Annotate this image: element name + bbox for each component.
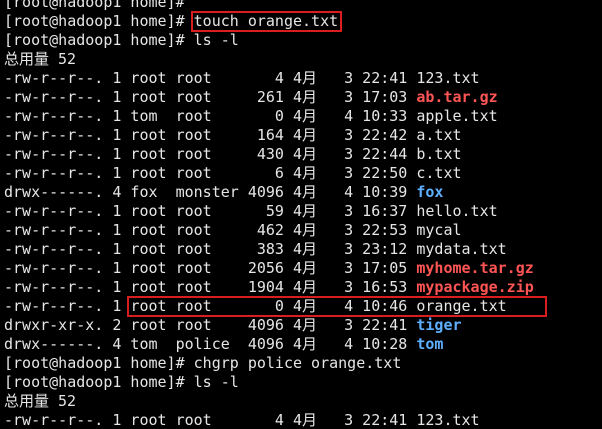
terminal-text: drwxr-xr-x. 2 root root 4096 4月 3 22:41 xyxy=(4,316,417,334)
terminal-line: -rw-r--r--. 1 root root 4 4月 3 22:41 123… xyxy=(4,411,480,429)
terminal-line: drwx------. 4 fox monster 4096 4月 4 10:3… xyxy=(4,183,443,202)
terminal-text: [root@hadoop1 home]# ls -l xyxy=(4,373,239,391)
terminal-text: -rw-r--r--. 1 root root 4 4月 3 22:41 xyxy=(4,411,417,429)
archive-name: ab.tar.gz xyxy=(416,88,498,106)
terminal-text: -rw-r--r--. 1 root root 383 4月 3 23:12 xyxy=(4,240,417,258)
terminal-text: -rw-r--r--. 1 root root 59 4月 3 16:37 xyxy=(4,202,417,220)
terminal-text: 123.txt xyxy=(416,411,480,429)
terminal-text: [root@hadoop1 home]# ls -l xyxy=(4,31,239,49)
terminal-text: c.txt xyxy=(416,164,462,182)
terminal-text: -rw-r--r--. 1 root root 462 4月 3 22:53 xyxy=(4,221,417,239)
terminal-text: apple.txt xyxy=(416,107,498,125)
terminal-line: -rw-r--r--. 1 root root 164 4月 3 22:42 a… xyxy=(4,126,462,145)
terminal-line: -rw-r--r--. 1 root root 261 4月 3 17:03 a… xyxy=(4,88,498,107)
terminal-text: b.txt xyxy=(416,145,462,163)
terminal-line: 总用量 52 xyxy=(4,392,76,411)
archive-name: mypackage.zip xyxy=(416,278,534,296)
terminal-line: [root@hadoop1 home]# xyxy=(4,0,194,12)
terminal-text: 总用量 52 xyxy=(4,50,77,68)
terminal-text: mycal xyxy=(416,221,462,239)
highlight-box xyxy=(190,11,343,32)
terminal-window[interactable]: [root@hadoop1 home]# [root@hadoop1 home]… xyxy=(0,0,602,429)
terminal-text: 总用量 52 xyxy=(4,392,77,410)
terminal-line: drwxr-xr-x. 2 root root 4096 4月 3 22:41 … xyxy=(4,316,462,335)
terminal-line: [root@hadoop1 home]# chgrp police orange… xyxy=(4,354,401,373)
terminal-text: drwx------. 4 tom police 4096 4月 4 10:28 xyxy=(4,335,417,353)
terminal-line: -rw-r--r--. 1 tom root 0 4月 4 10:33 appl… xyxy=(4,107,498,126)
terminal-text: [root@hadoop1 home]# xyxy=(4,0,194,11)
directory-name: tiger xyxy=(416,316,462,334)
terminal-text: -rw-r--r--. 1 root root 430 4月 3 22:44 xyxy=(4,145,417,163)
terminal-line: -rw-r--r--. 1 root root 430 4月 3 22:44 b… xyxy=(4,145,462,164)
terminal-line: -rw-r--r--. 1 root root 6 4月 3 22:50 c.t… xyxy=(4,164,462,183)
highlight-box xyxy=(127,296,547,317)
terminal-text: drwx------. 4 fox monster 4096 4月 4 10:3… xyxy=(4,183,417,201)
terminal-line: [root@hadoop1 home]# ls -l xyxy=(4,373,239,392)
terminal-text: -rw-r--r--. 1 xyxy=(4,297,131,315)
terminal-line: -rw-r--r--. 1 root root 4 4月 3 22:41 123… xyxy=(4,69,480,88)
terminal-text: 123.txt xyxy=(416,69,480,87)
terminal-text: hello.txt xyxy=(416,202,498,220)
terminal-line: -rw-r--r--. 1 root root 383 4月 3 23:12 m… xyxy=(4,240,507,259)
terminal-text: -rw-r--r--. 1 root root 1904 4月 3 16:53 xyxy=(4,278,417,296)
directory-name: tom xyxy=(416,335,444,353)
terminal-text: a.txt xyxy=(416,126,462,144)
terminal-line: 总用量 52 xyxy=(4,50,76,69)
terminal-line: -rw-r--r--. 1 root root 59 4月 3 16:37 he… xyxy=(4,202,498,221)
terminal-line: [root@hadoop1 home]# ls -l xyxy=(4,31,239,50)
terminal-text: -rw-r--r--. 1 root root 4 4月 3 22:41 xyxy=(4,69,417,87)
terminal-line: drwx------. 4 tom police 4096 4月 4 10:28… xyxy=(4,335,443,354)
terminal-text: -rw-r--r--. 1 root root 261 4月 3 17:03 xyxy=(4,88,417,106)
terminal-text: -rw-r--r--. 1 tom root 0 4月 4 10:33 xyxy=(4,107,417,125)
terminal-text: -rw-r--r--. 1 root root 6 4月 3 22:50 xyxy=(4,164,417,182)
terminal-text: [root@hadoop1 home]# xyxy=(4,12,194,30)
terminal-text: mydata.txt xyxy=(416,240,507,258)
terminal-line: -rw-r--r--. 1 root root 2056 4月 3 17:05 … xyxy=(4,259,534,278)
archive-name: myhome.tar.gz xyxy=(416,259,534,277)
terminal-text: [root@hadoop1 home]# chgrp police orange… xyxy=(4,354,402,372)
terminal-line: -rw-r--r--. 1 root root 1904 4月 3 16:53 … xyxy=(4,278,534,297)
terminal-text: -rw-r--r--. 1 root root 2056 4月 3 17:05 xyxy=(4,259,417,277)
directory-name: fox xyxy=(416,183,444,201)
terminal-line: -rw-r--r--. 1 root root 462 4月 3 22:53 m… xyxy=(4,221,462,240)
terminal-text: -rw-r--r--. 1 root root 164 4月 3 22:42 xyxy=(4,126,417,144)
